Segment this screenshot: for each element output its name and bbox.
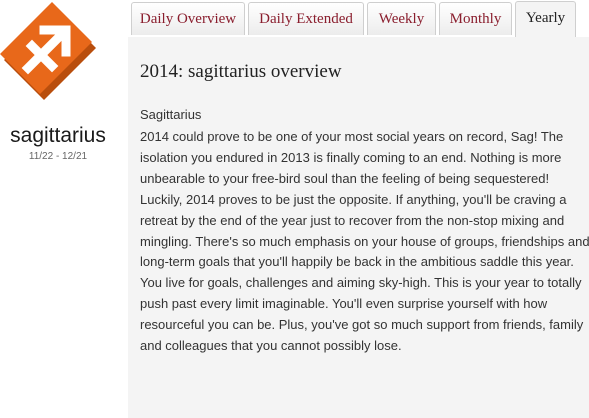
tab-weekly[interactable]: Weekly xyxy=(367,2,436,35)
tab-daily-extended[interactable]: Daily Extended xyxy=(248,2,364,35)
horoscope-content-panel: 2014: sagittarius overview Sagittarius 2… xyxy=(128,37,589,418)
tab-daily-overview[interactable]: Daily Overview xyxy=(131,2,245,35)
sagittarius-arrow-icon xyxy=(0,2,96,100)
tab-monthly[interactable]: Monthly xyxy=(439,2,512,35)
sign-label: Sagittarius xyxy=(140,107,202,122)
horoscope-body-text: 2014 could prove to be one of your most … xyxy=(140,129,589,354)
sign-sidebar: sagittarius 11/22 - 12/21 xyxy=(0,0,118,418)
sign-date-range: 11/22 - 12/21 xyxy=(28,151,88,162)
tab-yearly[interactable]: Yearly xyxy=(515,1,576,37)
horoscope-tab-bar: Daily Overview Daily Extended Weekly Mon… xyxy=(128,0,589,38)
page-title: 2014: sagittarius overview xyxy=(140,61,342,82)
sign-name: sagittarius xyxy=(10,124,106,147)
